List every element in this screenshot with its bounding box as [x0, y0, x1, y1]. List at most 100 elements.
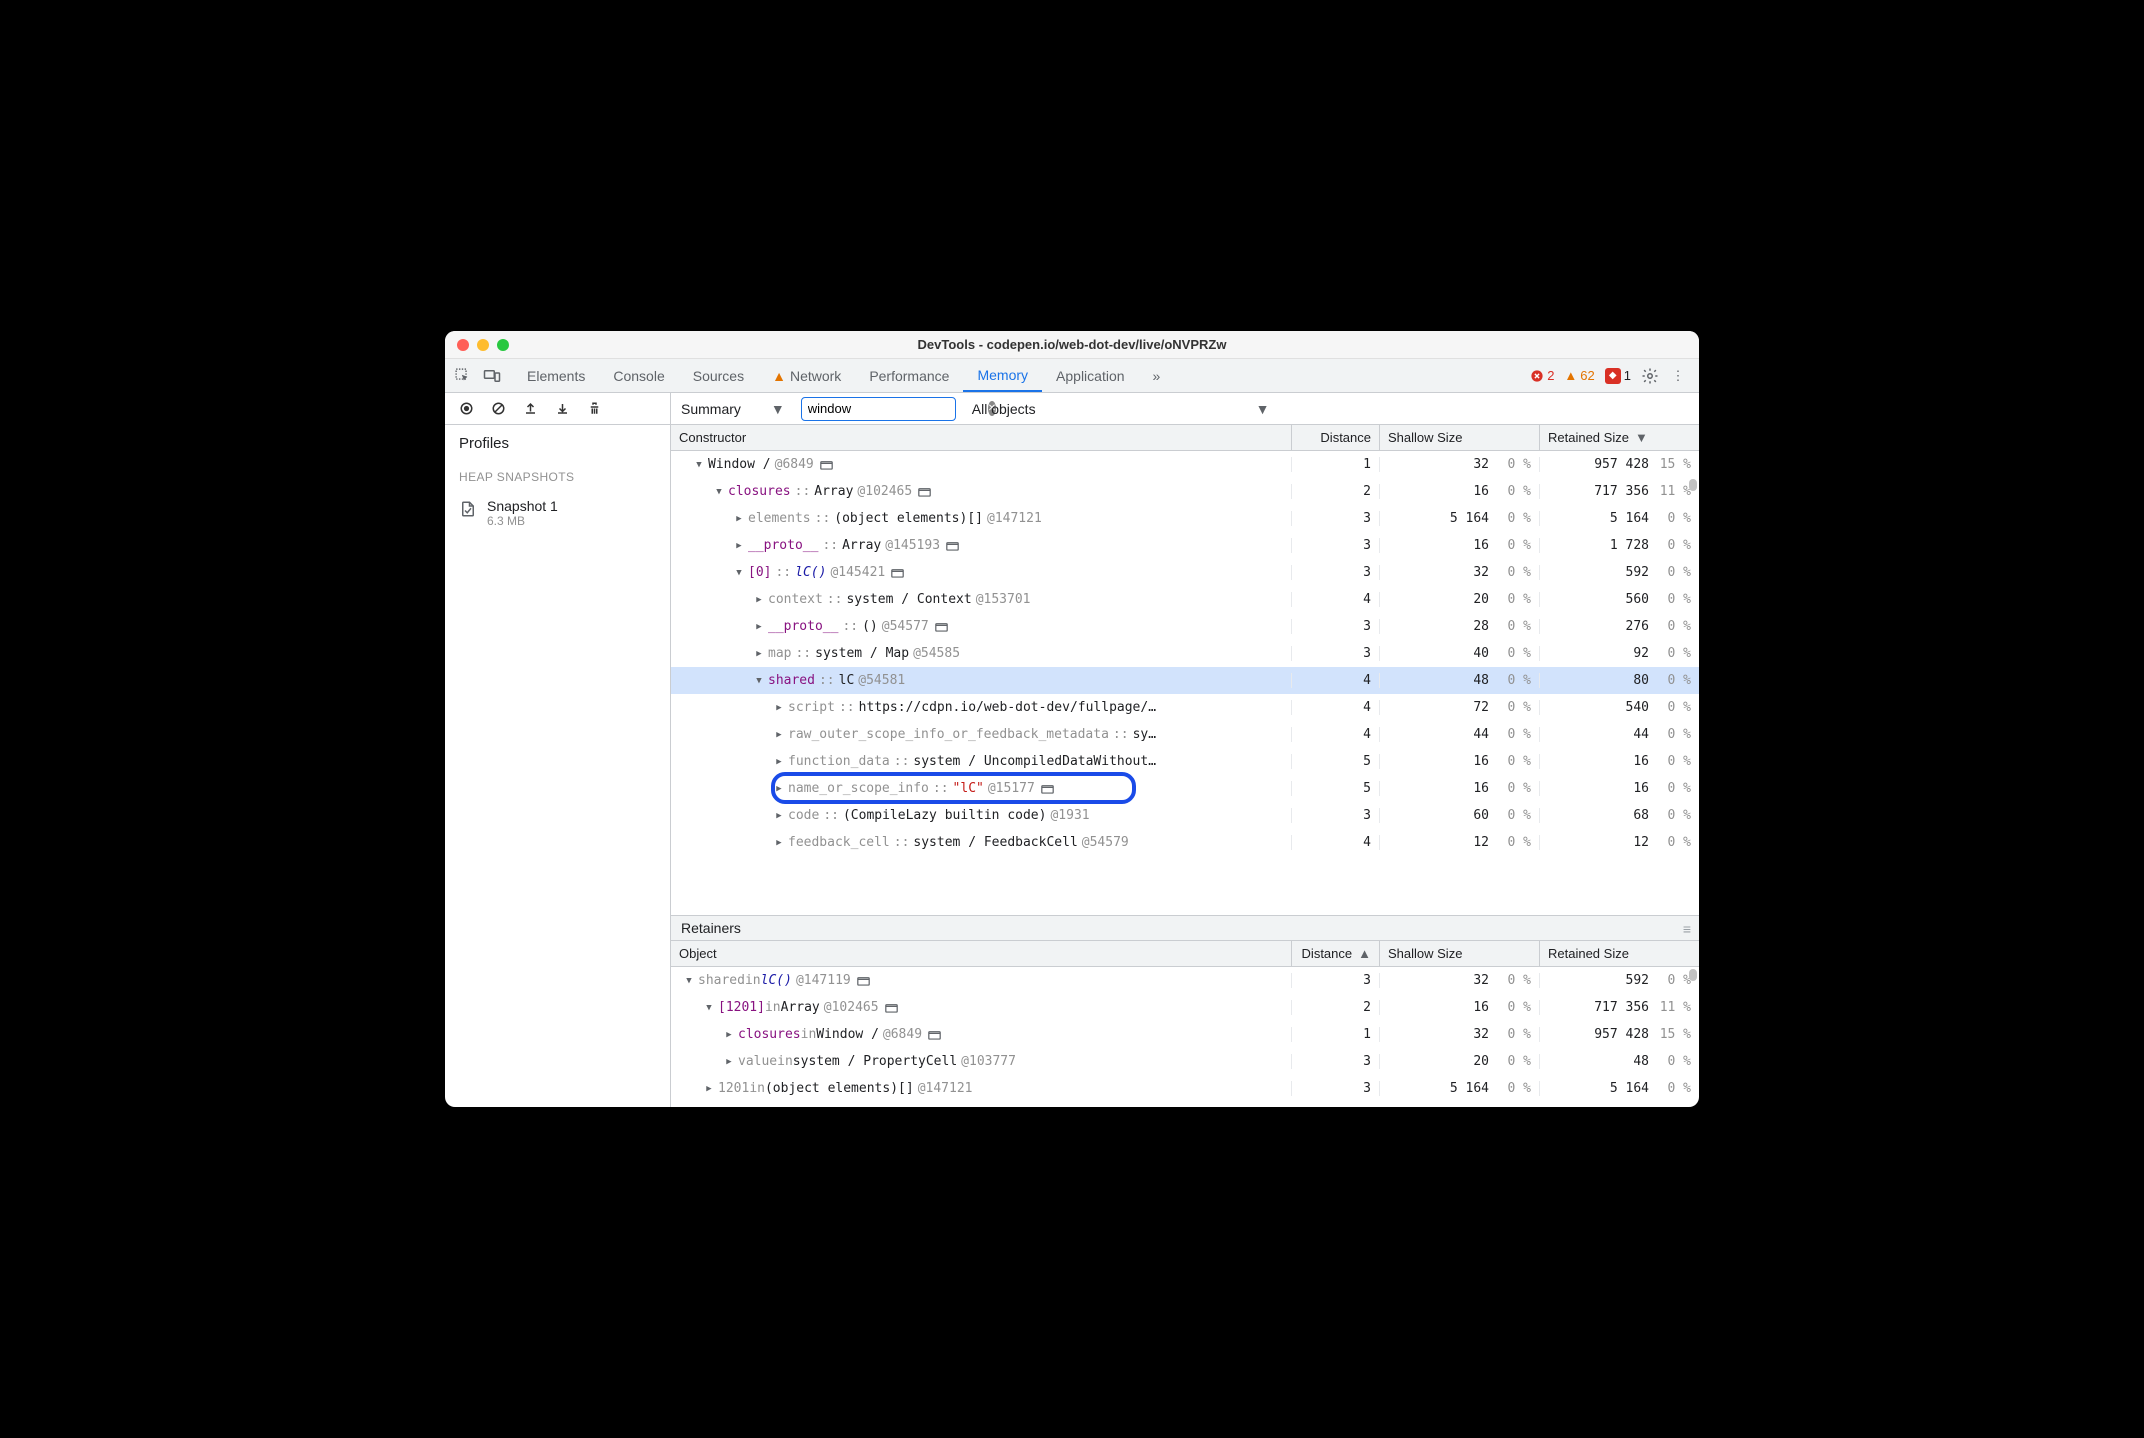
inspect-icon[interactable]	[453, 367, 471, 385]
constructor-tree[interactable]: ▼Window /@68491320 %957 42815 %▼closures…	[671, 451, 1699, 915]
chevron-right-icon[interactable]: ▶	[753, 649, 765, 659]
settings-icon[interactable]	[1641, 367, 1659, 385]
open-icon[interactable]	[1041, 784, 1054, 794]
retainers-header-bar[interactable]: Retainers ≡	[671, 915, 1699, 941]
class-filter-input[interactable]: ✕	[801, 397, 956, 421]
open-icon[interactable]	[918, 487, 931, 497]
tree-row[interactable]: ▶elements::(object elements)[]@14712135 …	[671, 505, 1699, 532]
panel-tabs: Elements Console Sources ▲Network Perfor…	[513, 359, 1174, 392]
tab-network[interactable]: ▲Network	[758, 359, 855, 392]
chevron-down-icon[interactable]: ▼	[683, 976, 695, 986]
chevron-right-icon[interactable]: ▶	[733, 514, 745, 524]
tree-row[interactable]: ▶map::system / Map@545853400 %920 %	[671, 640, 1699, 667]
save-icon[interactable]	[553, 400, 571, 418]
record-icon[interactable]	[457, 400, 475, 418]
device-toggle-icon[interactable]	[483, 367, 501, 385]
open-icon[interactable]	[891, 568, 904, 578]
scrollbar[interactable]	[1689, 969, 1697, 981]
chevron-right-icon[interactable]: ▶	[773, 811, 785, 821]
tree-row[interactable]: ▶context::system / Context@1537014200 %5…	[671, 586, 1699, 613]
snapshot-name: Snapshot 1	[487, 498, 558, 514]
chevron-right-icon[interactable]: ▶	[773, 838, 785, 848]
chevron-down-icon[interactable]: ▼	[733, 568, 745, 578]
header-retained-ret[interactable]: Retained Size	[1539, 941, 1699, 966]
tab-console[interactable]: Console	[599, 359, 678, 392]
tree-row[interactable]: ▼[1201] in Array@1024652160 %717 35611 %	[671, 994, 1699, 1021]
snapshot-icon	[459, 500, 477, 521]
tree-row[interactable]: ▶1201 in (object elements)[]@14712135 16…	[671, 1075, 1699, 1102]
tree-row[interactable]: ▶closures in Window /@68491320 %957 4281…	[671, 1021, 1699, 1048]
chevron-right-icon[interactable]: ▶	[773, 757, 785, 767]
chevron-right-icon[interactable]: ▶	[703, 1084, 715, 1094]
load-icon[interactable]	[521, 400, 539, 418]
open-icon[interactable]	[857, 976, 870, 986]
tree-row[interactable]: ▶__proto__::()@545773280 %2760 %	[671, 613, 1699, 640]
drag-handle-icon[interactable]: ≡	[1683, 921, 1691, 937]
issue-count[interactable]: ◆1	[1605, 368, 1631, 384]
header-constructor[interactable]: Constructor	[671, 425, 1291, 450]
chevron-down-icon[interactable]: ▼	[753, 676, 765, 686]
chevron-right-icon[interactable]: ▶	[773, 703, 785, 713]
profiles-title: Profiles	[445, 425, 670, 464]
tree-row[interactable]: ▼shared::lC@545814480 %800 %	[671, 667, 1699, 694]
chevron-down-icon[interactable]: ▼	[703, 1003, 715, 1013]
chevron-down-icon[interactable]: ▼	[713, 487, 725, 497]
view-select[interactable]: Summary▼	[681, 401, 785, 417]
open-icon[interactable]	[935, 622, 948, 632]
header-shallow-ret[interactable]: Shallow Size	[1379, 941, 1539, 966]
window-title: DevTools - codepen.io/web-dot-dev/live/o…	[445, 337, 1699, 352]
clear-icon[interactable]	[489, 400, 507, 418]
tabbar: Elements Console Sources ▲Network Perfor…	[445, 359, 1699, 393]
snapshot-item[interactable]: Snapshot 1 6.3 MB	[445, 492, 670, 534]
tab-application[interactable]: Application	[1042, 359, 1139, 392]
header-object[interactable]: Object	[671, 941, 1291, 966]
tree-row[interactable]: ▶__proto__::Array@1451933160 %1 7280 %	[671, 532, 1699, 559]
scrollbar[interactable]	[1689, 479, 1697, 491]
chevron-right-icon[interactable]: ▶	[773, 730, 785, 740]
tree-row[interactable]: ▶script::https://cdpn.io/web-dot-dev/ful…	[671, 694, 1699, 721]
tree-row[interactable]: ▶raw_outer_scope_info_or_feedback_metada…	[671, 721, 1699, 748]
tree-row[interactable]: ▼[0]::lC()@1454213320 %5920 %	[671, 559, 1699, 586]
header-distance-ret[interactable]: Distance▲	[1291, 941, 1379, 966]
class-filter-text[interactable]	[808, 401, 984, 416]
open-icon[interactable]	[928, 1030, 941, 1040]
header-retained[interactable]: Retained Size▼	[1539, 425, 1699, 450]
tree-row[interactable]: ▼closures::Array@1024652160 %717 35611 %	[671, 478, 1699, 505]
gc-icon[interactable]	[585, 400, 603, 418]
tab-sources[interactable]: Sources	[679, 359, 758, 392]
chevron-right-icon[interactable]: ▶	[753, 595, 765, 605]
tab-elements[interactable]: Elements	[513, 359, 599, 392]
tab-overflow[interactable]: »	[1139, 359, 1175, 392]
chevron-right-icon[interactable]: ▶	[723, 1057, 735, 1067]
heap-section-label: HEAP SNAPSHOTS	[445, 464, 670, 492]
object-filter-select[interactable]: All objects▼	[972, 401, 1270, 417]
tree-row[interactable]: ▶feedback_cell::system / FeedbackCell@54…	[671, 829, 1699, 856]
tab-performance[interactable]: Performance	[855, 359, 963, 392]
tree-row[interactable]: ▼shared in lC()@1471193320 %5920 %	[671, 967, 1699, 994]
open-icon[interactable]	[946, 541, 959, 551]
error-count[interactable]: 2	[1530, 368, 1554, 383]
chevron-right-icon[interactable]: ▶	[753, 622, 765, 632]
header-distance[interactable]: Distance	[1291, 425, 1379, 450]
chevron-right-icon[interactable]: ▶	[733, 541, 745, 551]
open-icon[interactable]	[885, 1003, 898, 1013]
retainers-tree[interactable]: ▼shared in lC()@1471193320 %5920 %▼[1201…	[671, 967, 1699, 1107]
tree-row[interactable]: ▶function_data::system / UncompiledDataW…	[671, 748, 1699, 775]
kebab-menu-icon[interactable]: ⋮	[1669, 367, 1687, 385]
retainers-label: Retainers	[681, 920, 741, 936]
chevron-right-icon[interactable]: ▶	[773, 784, 785, 794]
open-icon[interactable]	[820, 460, 833, 470]
devtools-window: DevTools - codepen.io/web-dot-dev/live/o…	[445, 331, 1699, 1107]
tab-memory[interactable]: Memory	[963, 359, 1042, 392]
header-shallow[interactable]: Shallow Size	[1379, 425, 1539, 450]
chevron-down-icon[interactable]: ▼	[693, 460, 705, 470]
chevron-right-icon[interactable]: ▶	[723, 1030, 735, 1040]
tree-row[interactable]: ▶value in system / PropertyCell@10377732…	[671, 1048, 1699, 1075]
tree-row[interactable]: ▶code::(CompileLazy builtin code)@193136…	[671, 802, 1699, 829]
memory-toolbar: Summary▼ ✕ All objects▼	[445, 393, 1699, 425]
main-panel: Constructor Distance Shallow Size Retain…	[671, 425, 1699, 1107]
constructor-grid-header: Constructor Distance Shallow Size Retain…	[671, 425, 1699, 451]
tree-row[interactable]: ▶name_or_scope_info::"lC"@151775160 %160…	[671, 775, 1699, 802]
warning-count[interactable]: ▲62	[1564, 368, 1594, 383]
tree-row[interactable]: ▼Window /@68491320 %957 42815 %	[671, 451, 1699, 478]
